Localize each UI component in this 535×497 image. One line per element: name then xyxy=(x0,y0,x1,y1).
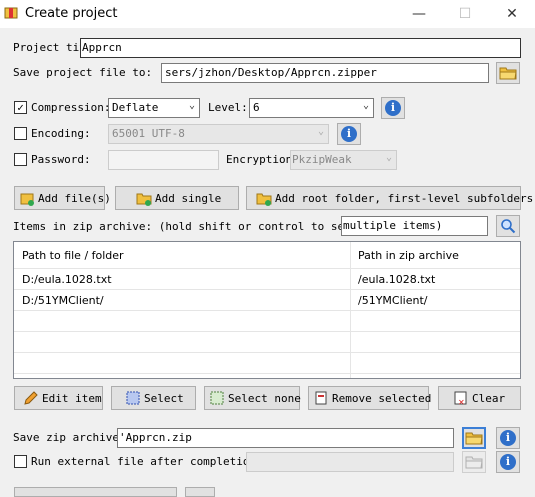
compression-method-value: Deflate xyxy=(112,101,159,114)
encoding-label: Encoding: xyxy=(31,127,91,140)
browse-zip-button[interactable] xyxy=(462,427,486,449)
column-header-path[interactable]: Path to file / folder xyxy=(14,242,124,268)
bottom-action-button[interactable] xyxy=(14,487,177,497)
table-header: Path to file / folder Path in zip archiv… xyxy=(14,242,520,269)
clear-button[interactable]: ✕ Clear xyxy=(438,386,521,410)
browse-project-button[interactable] xyxy=(496,62,520,84)
select-button[interactable]: Select xyxy=(111,386,196,410)
select-icon xyxy=(126,391,140,405)
encryption-label: Encryption: xyxy=(226,153,299,166)
compression-method-select[interactable]: Deflate ⌄ xyxy=(108,98,200,118)
bottom-action-button[interactable] xyxy=(185,487,215,497)
compression-checkbox[interactable]: ✓ xyxy=(14,101,27,114)
title-bar: Create project — ☐ ✕ xyxy=(0,0,535,28)
run-external-input[interactable] xyxy=(246,452,454,472)
items-label: Items in zip archive: (hold shift or con… xyxy=(13,220,371,233)
add-files-label: Add file(s) xyxy=(38,191,111,205)
add-single-button[interactable]: Add single xyxy=(115,186,239,210)
save-zip-info-button[interactable]: i xyxy=(496,427,520,449)
table-row[interactable]: D:/51YMClient/ /51YMClient/ xyxy=(14,290,520,311)
column-header-zip-path[interactable]: Path in zip archive xyxy=(350,242,459,268)
run-external-label: Run external file after completion: xyxy=(31,455,263,468)
info-icon: i xyxy=(500,454,516,470)
encoding-info-button[interactable]: i xyxy=(337,123,361,145)
close-button[interactable]: ✕ xyxy=(489,0,535,28)
encoding-checkbox[interactable] xyxy=(14,127,27,140)
table-row xyxy=(14,311,520,332)
column-divider xyxy=(350,242,351,378)
level-select[interactable]: 6 ⌄ xyxy=(249,98,374,118)
password-input[interactable] xyxy=(108,150,219,170)
edit-item-button[interactable]: Edit item xyxy=(14,386,103,410)
add-folder-icon xyxy=(136,193,152,206)
window-title: Create project xyxy=(25,6,118,21)
items-table[interactable]: Path to file / folder Path in zip archiv… xyxy=(13,241,521,379)
table-row xyxy=(14,353,520,374)
password-checkbox[interactable] xyxy=(14,153,27,166)
row-zip-path: /eula.1028.txt xyxy=(358,273,436,286)
search-icon xyxy=(501,219,516,234)
chevron-down-icon: ⌄ xyxy=(188,100,195,111)
run-external-checkbox[interactable] xyxy=(14,455,27,468)
folder-icon xyxy=(465,432,483,445)
row-path: D:/51YMClient/ xyxy=(22,294,104,307)
items-filter-input[interactable]: multiple items) xyxy=(341,216,488,236)
compression-info-button[interactable]: i xyxy=(381,97,405,119)
edit-item-label: Edit item xyxy=(42,391,102,405)
maximize-button[interactable]: ☐ xyxy=(442,0,488,28)
row-path: D:/eula.1028.txt xyxy=(22,273,112,286)
pencil-icon xyxy=(24,391,38,405)
row-zip-path: /51YMClient/ xyxy=(358,294,428,307)
password-label: Password: xyxy=(31,153,91,166)
remove-selected-label: Remove selected xyxy=(332,391,432,405)
save-zip-input[interactable]: 'Apprcn.zip xyxy=(117,428,454,448)
project-title-input[interactable]: Apprcn xyxy=(80,38,521,58)
save-project-input[interactable]: sers/jzhon/Desktop/Apprcn.zipper xyxy=(161,63,489,83)
add-folder-icon xyxy=(256,193,272,206)
encryption-select[interactable]: PkzipWeak ⌄ xyxy=(290,150,397,170)
table-row xyxy=(14,332,520,353)
level-label: Level: xyxy=(208,101,248,114)
add-file-icon xyxy=(20,193,34,206)
add-files-button[interactable]: Add file(s) xyxy=(14,186,111,210)
select-none-icon xyxy=(210,391,224,405)
chevron-down-icon: ⌄ xyxy=(385,152,392,163)
select-none-button[interactable]: Select none xyxy=(204,386,301,410)
folder-icon xyxy=(465,456,483,469)
encoding-select[interactable]: 65001 UTF-8 ⌄ xyxy=(108,124,329,144)
add-single-label: Add single xyxy=(155,191,222,205)
clear-label: Clear xyxy=(472,391,506,405)
project-title-label: Project tit xyxy=(13,41,86,54)
folder-icon xyxy=(499,67,517,80)
compression-label: Compression: xyxy=(31,101,111,114)
info-icon: i xyxy=(341,126,357,142)
info-icon: i xyxy=(500,430,516,446)
browse-external-button[interactable] xyxy=(462,451,486,473)
select-none-label: Select none xyxy=(228,391,301,405)
app-icon xyxy=(4,7,18,19)
level-value: 6 xyxy=(253,101,260,114)
run-external-info-button[interactable]: i xyxy=(496,451,520,473)
remove-selected-button[interactable]: Remove selected xyxy=(308,386,432,410)
svg-text:✕: ✕ xyxy=(458,398,465,406)
encryption-value: PkzipWeak xyxy=(292,153,352,166)
add-root-folder-button[interactable]: Add root folder, first-level subfolders xyxy=(246,186,533,210)
search-button[interactable] xyxy=(496,215,520,237)
info-icon: i xyxy=(385,100,401,116)
clear-icon: ✕ xyxy=(454,391,467,406)
minimize-button[interactable]: — xyxy=(396,0,442,28)
add-root-folder-label: Add root folder, first-level subfolders xyxy=(275,191,534,205)
chevron-down-icon: ⌄ xyxy=(317,126,324,137)
encoding-value: 65001 UTF-8 xyxy=(112,127,185,140)
chevron-down-icon: ⌄ xyxy=(362,100,369,111)
select-label: Select xyxy=(144,391,184,405)
save-project-label: Save project file to: xyxy=(13,66,153,79)
remove-icon xyxy=(315,391,327,405)
table-row[interactable]: D:/eula.1028.txt /eula.1028.txt xyxy=(14,269,520,290)
